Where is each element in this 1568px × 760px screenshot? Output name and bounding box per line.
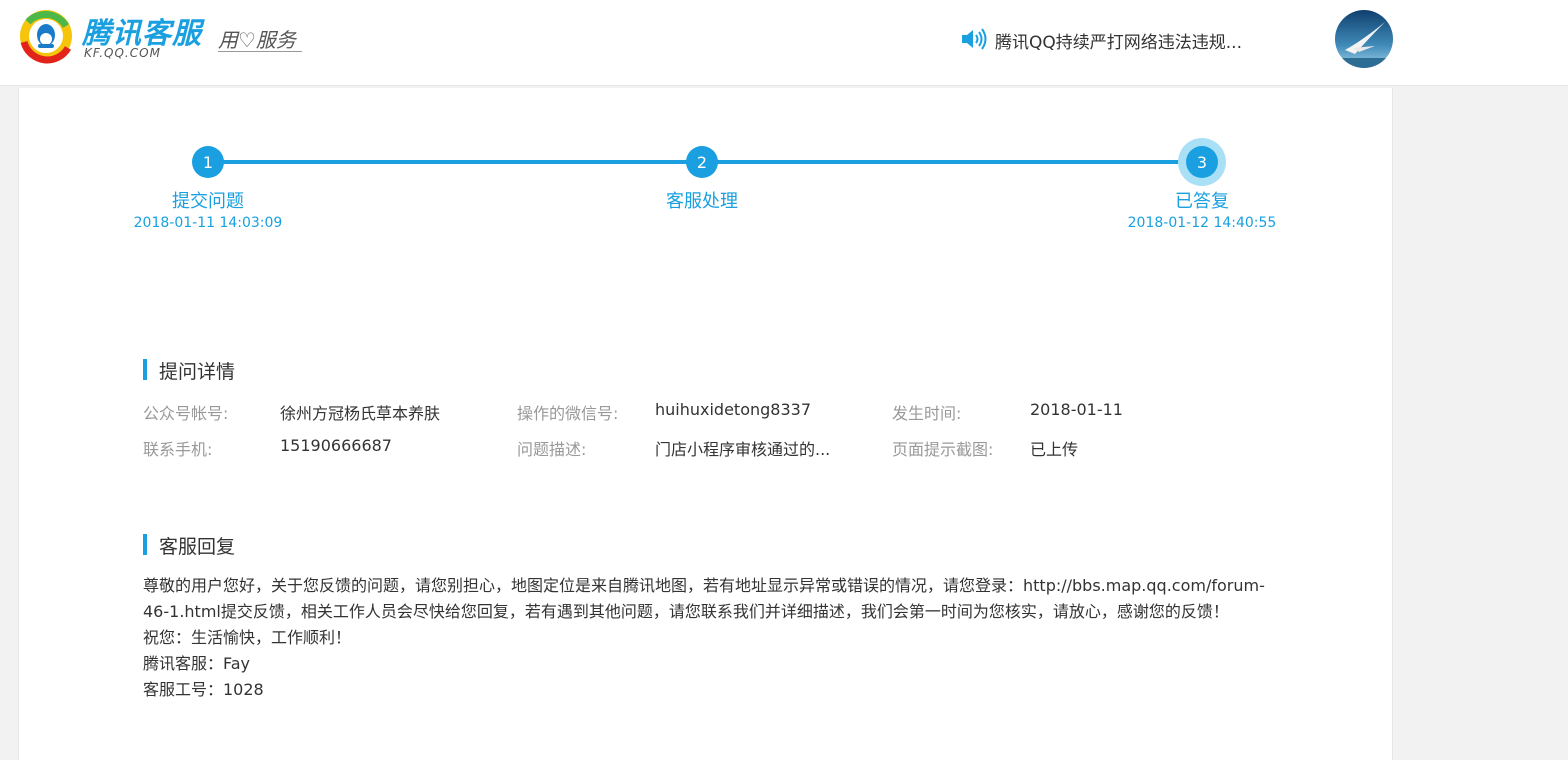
logo-subtitle: KF.QQ.COM (84, 46, 161, 60)
occur-time-value: 2018-01-11 (1030, 400, 1123, 419)
official-account-label: 公众号帐号: (143, 404, 229, 423)
official-account-value: 徐州方冠杨氏草本养肤 (280, 404, 441, 423)
occur-time-label: 发生时间: (892, 404, 962, 423)
step-3-time: 2018-01-12 14:40:55 (1127, 215, 1277, 231)
tencent-kf-logo-icon[interactable] (18, 8, 74, 64)
step-1-dot: 1 (192, 146, 224, 178)
reply-paragraph: 尊敬的用户您好，关于您反馈的问题，请您别担心，地图定位是来自腾讯地图，若有地址显… (143, 576, 1265, 621)
step-1-label: 提交问题 (172, 191, 244, 212)
site-header: 腾讯客服 KF.QQ.COM 用♡服务 腾讯QQ持续严打网络违法违规... (0, 0, 1568, 86)
description-label: 问题描述: (517, 440, 587, 459)
slogan-underline (218, 51, 302, 52)
details-section-title: 提问详情 (143, 357, 235, 384)
reply-body: 尊敬的用户您好，关于您反馈的问题，请您别担心，地图定位是来自腾讯地图，若有地址显… (143, 573, 1273, 703)
reply-agent-name: 腾讯客服：Fay (143, 654, 251, 673)
step-1-time: 2018-01-11 14:03:09 (133, 215, 283, 231)
phone-label: 联系手机: (143, 440, 213, 459)
wechat-id-label: 操作的微信号: (517, 404, 619, 423)
announcement-link[interactable]: 腾讯QQ持续严打网络违法违规... (995, 28, 1242, 53)
wechat-id-value: huihuxidetong8337 (655, 400, 811, 419)
reply-greeting: 祝您：生活愉快，工作顺利！ (143, 628, 352, 647)
screenshot-value[interactable]: 已上传 (1030, 436, 1078, 460)
reply-agent-id: 客服工号：1028 (143, 680, 264, 699)
slogan: 用♡服务 (218, 28, 296, 52)
step-3-dot: 3 (1186, 146, 1218, 178)
reply-section-title: 客服回复 (143, 532, 235, 559)
user-avatar[interactable] (1335, 10, 1393, 68)
description-value[interactable]: 门店小程序审核通过的... (655, 436, 830, 460)
screenshot-label: 页面提示截图: (892, 440, 994, 459)
step-2-label: 客服处理 (666, 191, 738, 212)
phone-value: 15190666687 (280, 436, 392, 455)
speaker-icon (960, 28, 988, 50)
step-3-label: 已答复 (1175, 191, 1229, 212)
step-2-dot: 2 (686, 146, 718, 178)
